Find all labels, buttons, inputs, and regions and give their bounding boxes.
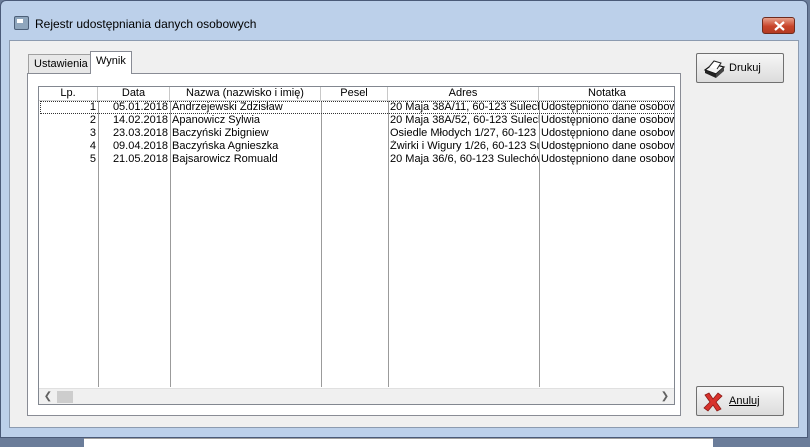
table-cell-lp: 2 (89, 114, 96, 126)
window-title: Rejestr udostępniania danych osobowych (35, 17, 257, 31)
table-cell-notatka: Udostępniono dane osobowe (541, 114, 675, 126)
column-header-nazwa[interactable]: Nazwa (nazwisko i imię) (170, 87, 321, 101)
table-cell-adres: 20 Maja 38A/52, 60-123 Sulechów (390, 114, 539, 126)
printer-icon (703, 60, 726, 78)
table-cell-nazwa: Baczyńska Agnieszka (172, 140, 279, 152)
table-cell-data: 23.03.2018 (112, 127, 168, 139)
horizontal-scrollbar[interactable]: ❮ ❯ (39, 388, 674, 404)
table-cell-data: 09.04.2018 (112, 140, 168, 152)
table-cell-pesel (321, 114, 388, 127)
column-header-data[interactable]: Data (98, 87, 170, 101)
table-cell-adres: 20 Maja 38A/11, 60-123 Sulechów (390, 101, 539, 113)
close-button[interactable] (762, 17, 795, 34)
tab-ustawienia[interactable]: Ustawienia (28, 54, 94, 73)
print-button[interactable]: Drukuj (696, 53, 784, 83)
scroll-right-icon[interactable]: ❯ (658, 391, 672, 403)
table-cell-adres: Żwirki i Wigury 1/26, 60-123 Sulechów (390, 140, 539, 152)
table-cell-data: 05.01.2018 (112, 101, 168, 113)
title-bar[interactable]: Rejestr udostępniania danych osobowych (1, 1, 807, 35)
cancel-label: Anuluj (729, 395, 760, 407)
table-cell-notatka: Udostępniono dane osobowe (541, 153, 675, 165)
table-cell-notatka: Udostępniono dane osobowe (541, 127, 675, 139)
scroll-thumb[interactable] (57, 391, 73, 403)
tab-wynik[interactable]: Wynik (90, 51, 132, 74)
close-icon (774, 21, 785, 31)
column-header-lp[interactable]: Lp. (39, 87, 98, 101)
table-cell-notatka: Udostępniono dane osobowe (541, 101, 675, 113)
table-cell-lp: 3 (89, 127, 96, 139)
table-cell-nazwa: Bajsarowicz Romuald (172, 153, 278, 165)
app-icon (14, 16, 29, 30)
client-area: Ustawienia Wynik Lp. Data Nazwa (nazwisk… (9, 40, 799, 428)
table-cell-adres: Osiedle Młodych 1/27, 60-123 Sulechów (390, 127, 539, 139)
table-cell-pesel (321, 101, 388, 114)
print-label: Drukuj (729, 62, 761, 74)
table-cell-data: 14.02.2018 (112, 114, 168, 126)
cancel-button[interactable]: Anuluj (696, 386, 784, 416)
table-cell-pesel (321, 127, 388, 140)
dialog-window: Rejestr udostępniania danych osobowych U… (0, 0, 808, 438)
table-cell-lp: 1 (89, 101, 96, 113)
table-cell-notatka: Udostępniono dane osobowe (541, 140, 675, 152)
table-cell-nazwa: Andrzejewski Zdzisław (172, 101, 283, 113)
table-cell-data: 21.05.2018 (112, 153, 168, 165)
table-cell-lp: 5 (89, 153, 96, 165)
red-x-icon (703, 392, 723, 412)
column-header-pesel[interactable]: Pesel (321, 87, 388, 101)
table-cell-adres: 20 Maja 36/6, 60-123 Sulechów (390, 153, 539, 165)
table-cell-pesel (321, 140, 388, 153)
table-cell-nazwa: Apanowicz Sylwia (172, 114, 261, 126)
column-header-adres[interactable]: Adres (388, 87, 539, 101)
table-cell-lp: 4 (89, 140, 96, 152)
scroll-left-icon[interactable]: ❮ (41, 391, 55, 403)
table-cell-nazwa: Baczyński Zbigniew (172, 127, 269, 139)
results-table[interactable]: Lp. Data Nazwa (nazwisko i imię) Pesel A… (38, 86, 675, 405)
tab-panel-wynik: Lp. Data Nazwa (nazwisko i imię) Pesel A… (27, 73, 681, 416)
table-cell-pesel (321, 153, 388, 166)
column-header-notatka[interactable]: Notatka (539, 87, 674, 101)
